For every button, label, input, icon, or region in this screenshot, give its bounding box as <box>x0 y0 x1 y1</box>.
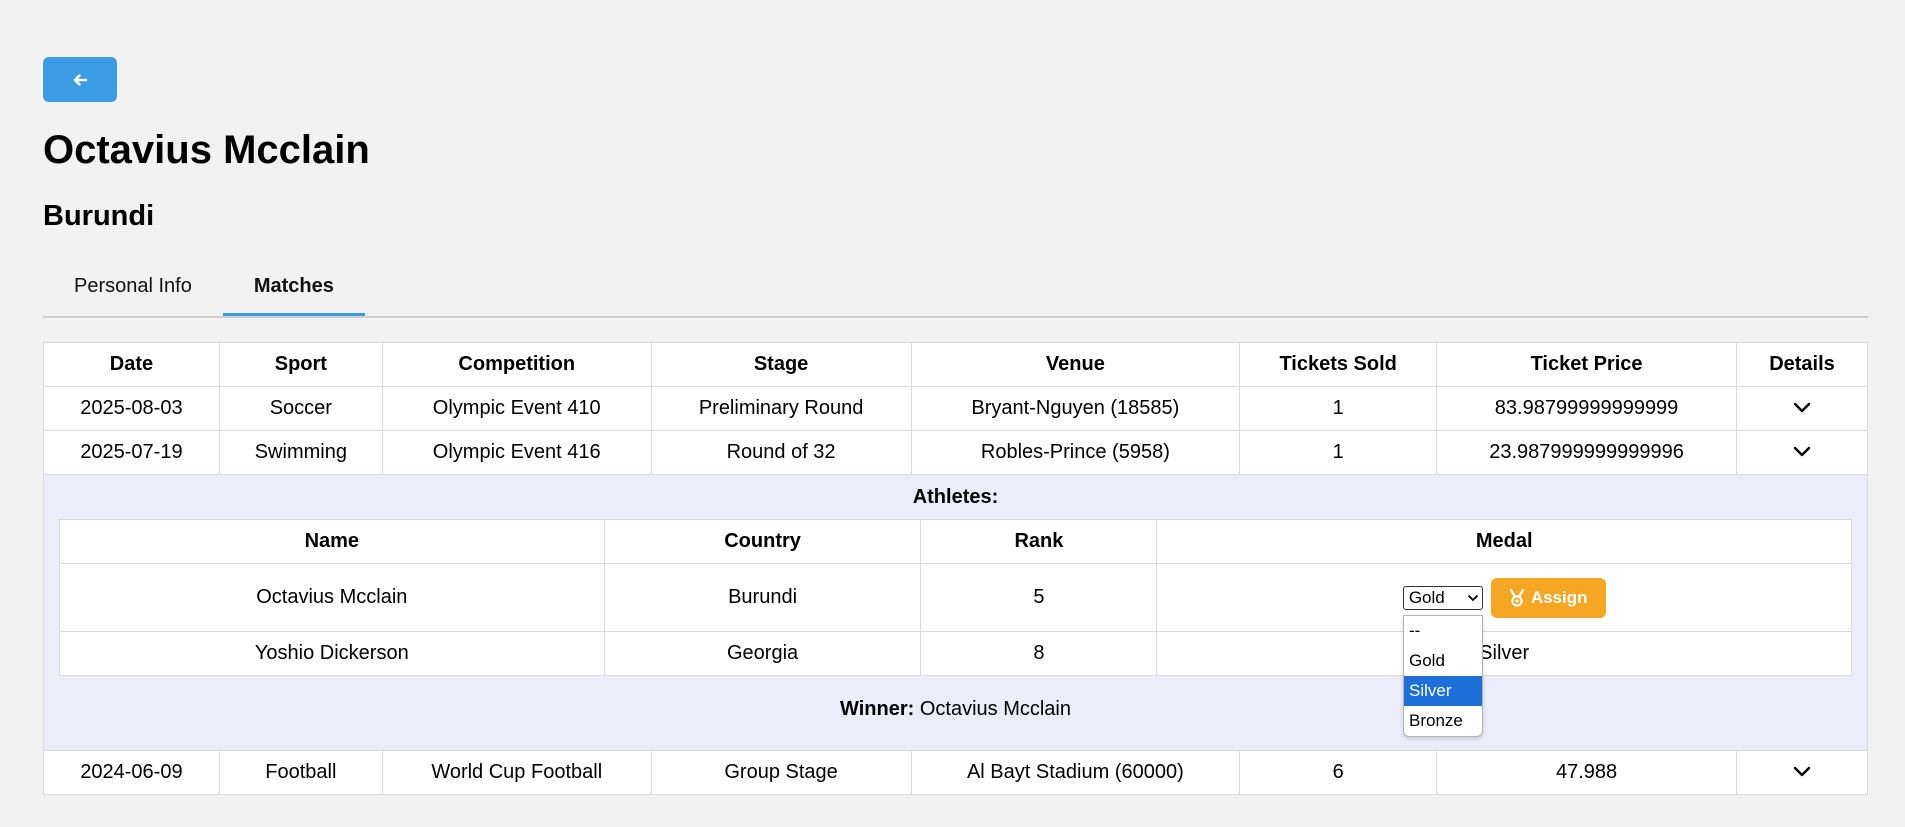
venue-cell: Al Bayt Stadium (60000) <box>910 750 1241 795</box>
table-row: 2025-07-19 Swimming Olympic Event 416 Ro… <box>43 430 1868 475</box>
column-header: Venue <box>910 342 1241 387</box>
ticket-price-cell: 23.987999999999996 <box>1436 430 1737 475</box>
details-toggle[interactable] <box>1736 750 1868 795</box>
medal-option[interactable]: Bronze <box>1404 706 1482 736</box>
table-header-row: Date Sport Competition Stage Venue Ticke… <box>43 342 1868 387</box>
column-header: Rank <box>920 519 1158 564</box>
competition-cell: World Cup Football <box>381 750 652 795</box>
table-row: 2025-08-03 Soccer Olympic Event 410 Prel… <box>43 386 1868 431</box>
winner-line: Winner: Octavius Mcclain <box>59 676 1852 750</box>
venue-cell: Robles-Prince (5958) <box>910 430 1241 475</box>
column-header: Details <box>1736 342 1868 387</box>
date-cell: 2025-08-03 <box>43 386 220 431</box>
athletes-title: Athletes: <box>912 486 999 508</box>
medal-option[interactable]: -- <box>1404 616 1482 646</box>
competition-cell: Olympic Event 410 <box>381 386 652 431</box>
tickets-sold-cell: 6 <box>1239 750 1438 795</box>
table-row: 2024-06-09 Football World Cup Football G… <box>43 750 1868 795</box>
medal-option-highlighted[interactable]: Silver <box>1404 676 1482 706</box>
winner-label: Winner: <box>840 698 915 720</box>
athlete-name-cell: Yoshio Dickerson <box>59 631 605 676</box>
details-panel: Athletes: Name Country Rank Medal Octavi… <box>43 474 1868 751</box>
stage-cell: Round of 32 <box>650 430 912 475</box>
details-toggle[interactable] <box>1736 386 1868 431</box>
tab-personal-info[interactable]: Personal Info <box>43 264 223 316</box>
competition-cell: Olympic Event 416 <box>381 430 652 475</box>
tab-matches[interactable]: Matches <box>222 264 365 316</box>
athlete-row: Yoshio Dickerson Georgia 8 Silver <box>59 631 1852 676</box>
stage-cell: Group Stage <box>650 750 912 795</box>
tickets-sold-cell: 1 <box>1239 430 1438 475</box>
assign-label: Assign <box>1530 587 1588 607</box>
medal-icon <box>1509 588 1525 607</box>
sport-cell: Soccer <box>218 386 383 431</box>
athlete-country-cell: Burundi <box>603 563 922 632</box>
column-header: Sport <box>218 342 383 387</box>
column-header: Competition <box>381 342 652 387</box>
column-header: Tickets Sold <box>1239 342 1438 387</box>
stage-cell: Preliminary Round <box>650 386 912 431</box>
chevron-down-icon <box>1467 594 1478 601</box>
athlete-name-cell: Octavius Mcclain <box>59 563 605 632</box>
athletes-header-row: Name Country Rank Medal <box>59 519 1852 564</box>
athlete-rank-cell: 5 <box>920 563 1158 632</box>
details-toggle[interactable] <box>1736 430 1868 475</box>
medal-cell: Gold Assign <box>1156 563 1852 632</box>
column-header: Stage <box>650 342 912 387</box>
medal-assign-group: Gold Assign <box>1402 577 1606 618</box>
venue-cell: Bryant-Nguyen (18585) <box>910 386 1241 431</box>
medal-select[interactable]: Gold <box>1402 585 1483 610</box>
date-cell: 2025-07-19 <box>43 430 220 475</box>
column-header: Country <box>603 519 922 564</box>
medal-option[interactable]: Gold <box>1404 646 1482 676</box>
tab-bar: Personal Info Matches <box>43 264 1868 318</box>
assign-button[interactable]: Assign <box>1490 577 1606 618</box>
chevron-down-icon <box>1793 402 1811 413</box>
column-header: Name <box>59 519 605 564</box>
chevron-down-icon <box>1793 766 1811 777</box>
ticket-price-cell: 47.988 <box>1436 750 1737 795</box>
athlete-rank-cell: 8 <box>920 631 1158 676</box>
ticket-price-cell: 83.98799999999999 <box>1436 386 1737 431</box>
athletes-table: Name Country Rank Medal Octavius Mcclain… <box>59 519 1852 676</box>
athlete-row: Octavius Mcclain Burundi 5 Gold Assign <box>59 563 1852 632</box>
back-button[interactable] <box>43 57 117 102</box>
arrow-left-icon <box>73 73 88 86</box>
details-row: Athletes: Name Country Rank Medal Octavi… <box>43 474 1868 751</box>
column-header: Date <box>43 342 220 387</box>
column-header: Medal <box>1156 519 1852 564</box>
athlete-country-cell: Georgia <box>603 631 922 676</box>
medal-select-value: Gold <box>1408 587 1445 607</box>
chevron-down-icon <box>1793 446 1811 457</box>
page: Octavius Mcclain Burundi Personal Info M… <box>0 0 1905 827</box>
athlete-name: Octavius Mcclain <box>43 128 370 172</box>
winner-value: Octavius Mcclain <box>919 698 1071 720</box>
sport-cell: Football <box>218 750 383 795</box>
athlete-medal-cell: Silver <box>1156 631 1852 676</box>
medal-dropdown-list: -- Gold Silver Bronze <box>1403 615 1483 737</box>
athlete-country: Burundi <box>43 200 155 232</box>
date-cell: 2024-06-09 <box>43 750 220 795</box>
sport-cell: Swimming <box>218 430 383 475</box>
tickets-sold-cell: 1 <box>1239 386 1438 431</box>
matches-table: Date Sport Competition Stage Venue Ticke… <box>43 342 1868 795</box>
column-header: Ticket Price <box>1436 342 1737 387</box>
